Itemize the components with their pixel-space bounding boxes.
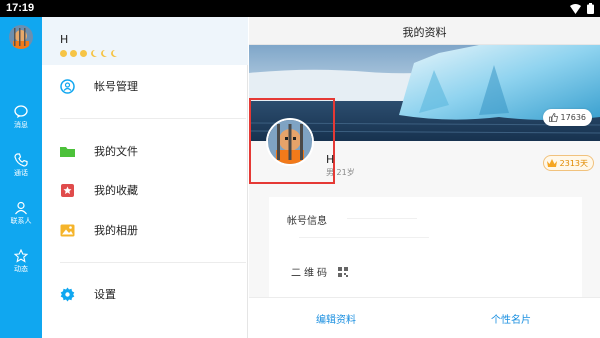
sun-level-icon bbox=[70, 50, 77, 57]
edit-profile-button[interactable]: 编辑资料 bbox=[316, 311, 356, 326]
moon-level-icon bbox=[101, 49, 107, 57]
level-badges bbox=[59, 49, 118, 58]
account-icon bbox=[60, 78, 75, 94]
menu-item-files[interactable]: 我的文件 bbox=[42, 134, 248, 168]
menu-item-label: 设置 bbox=[94, 288, 116, 301]
divider bbox=[299, 237, 429, 238]
profile-name: H bbox=[60, 33, 69, 46]
album-icon bbox=[60, 224, 75, 236]
contacts-icon bbox=[15, 201, 27, 215]
rail-item-label: 通话 bbox=[14, 169, 28, 177]
profile-detail-panel: 我的资料 17636 H 男 21岁 2313天 帐号信息 二维码 编辑资料 个… bbox=[249, 17, 600, 338]
divider bbox=[60, 262, 246, 263]
page-title: 我的资料 bbox=[402, 26, 447, 39]
rail-item-label: 动态 bbox=[14, 265, 28, 273]
account-info-label: 帐号信息 bbox=[287, 216, 327, 227]
status-time: 17:19 bbox=[6, 2, 35, 14]
thumbs-up-icon bbox=[548, 113, 558, 122]
message-icon bbox=[14, 105, 28, 118]
bottom-action-bar: 编辑资料 个性名片 bbox=[249, 297, 600, 338]
qr-code-label: 二维码 bbox=[291, 268, 330, 279]
menu-item-label: 我的文件 bbox=[94, 145, 138, 158]
menu-item-account[interactable]: 帐号管理 bbox=[42, 69, 248, 103]
divider bbox=[60, 118, 246, 119]
qr-code-icon bbox=[338, 266, 348, 277]
phone-icon bbox=[14, 153, 28, 167]
rail-item-label: 消息 bbox=[14, 121, 28, 129]
user-name: H bbox=[326, 153, 335, 166]
active-days: 2313天 bbox=[559, 158, 588, 168]
profile-header[interactable]: H bbox=[42, 17, 248, 65]
status-bar: 17:19 bbox=[0, 0, 600, 17]
avatar[interactable] bbox=[9, 25, 33, 49]
rail-item-contacts[interactable]: 联系人 bbox=[0, 201, 42, 241]
star-icon bbox=[14, 249, 28, 263]
divider bbox=[347, 218, 417, 219]
menu-item-label: 帐号管理 bbox=[94, 80, 138, 93]
rail-item-moments[interactable]: 动态 bbox=[0, 249, 42, 289]
profile-card-button[interactable]: 个性名片 bbox=[491, 311, 531, 326]
moon-level-icon bbox=[111, 49, 117, 57]
rail-item-calls[interactable]: 通话 bbox=[0, 153, 42, 193]
menu-item-favorites[interactable]: 我的收藏 bbox=[42, 173, 248, 207]
sun-level-icon bbox=[80, 50, 87, 57]
menu-item-label: 我的相册 bbox=[94, 224, 138, 237]
menu-item-album[interactable]: 我的相册 bbox=[42, 213, 248, 247]
wifi-icon bbox=[570, 3, 581, 14]
active-days-badge[interactable]: 2313天 bbox=[542, 155, 594, 171]
vip-icon bbox=[546, 159, 557, 167]
folder-icon bbox=[60, 146, 75, 157]
gear-icon bbox=[60, 287, 75, 301]
moon-level-icon bbox=[91, 49, 97, 57]
likes-count: 17636 bbox=[560, 113, 586, 122]
system-icons bbox=[570, 3, 594, 14]
favorites-icon bbox=[61, 183, 74, 197]
menu-item-settings[interactable]: 设置 bbox=[42, 277, 248, 311]
user-gender-age: 男 21岁 bbox=[326, 168, 355, 177]
likes-button[interactable]: 17636 bbox=[542, 109, 592, 126]
rail-item-label: 联系人 bbox=[10, 217, 32, 225]
nav-rail: 消息 通话 联系人 动态 bbox=[0, 17, 42, 338]
battery-icon bbox=[587, 3, 594, 14]
drawer-menu: H 帐号管理 我的文件 我的收藏 我的相册 设置 bbox=[42, 17, 248, 338]
detail-header: 我的资料 bbox=[249, 17, 600, 45]
highlight-box bbox=[249, 98, 335, 184]
sun-level-icon bbox=[60, 50, 67, 57]
rail-item-messages[interactable]: 消息 bbox=[0, 105, 42, 145]
qr-code-row[interactable]: 二维码 bbox=[291, 264, 348, 279]
menu-item-label: 我的收藏 bbox=[94, 184, 138, 197]
